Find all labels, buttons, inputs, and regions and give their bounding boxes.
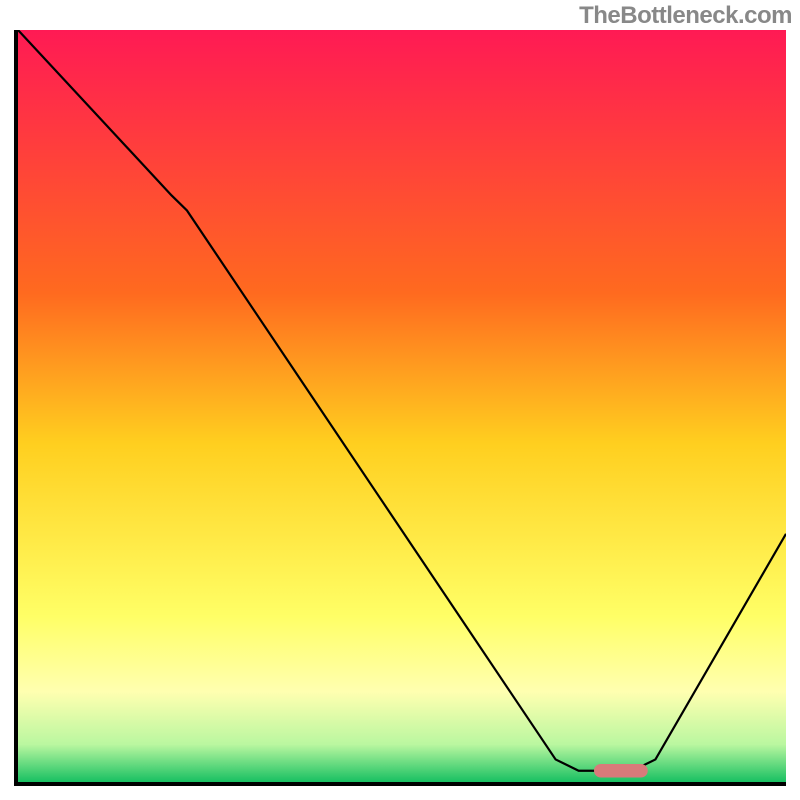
gradient-rect (18, 30, 786, 782)
plot-svg (18, 30, 786, 782)
plot-area (14, 30, 786, 786)
optimal-range-marker (594, 764, 648, 778)
chart-frame: TheBottleneck.com (0, 0, 800, 800)
watermark-text: TheBottleneck.com (579, 2, 792, 30)
